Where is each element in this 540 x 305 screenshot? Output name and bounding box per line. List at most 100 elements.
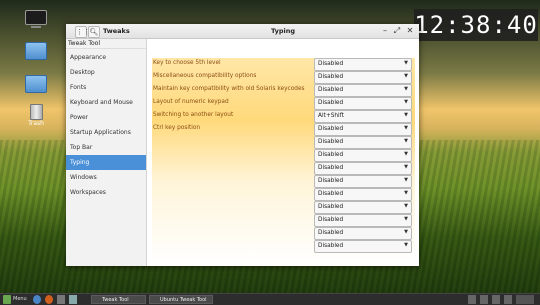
firefox-icon[interactable] — [45, 295, 53, 304]
setting-dropdown[interactable]: Disabled ▼ — [314, 136, 412, 149]
setting-dropdown[interactable]: Disabled ▼ — [314, 84, 412, 97]
chevron-down-icon: ▼ — [404, 73, 408, 79]
chevron-down-icon: ▼ — [404, 190, 408, 196]
setting-dropdown[interactable]: Disabled ▼ — [314, 149, 412, 162]
app-menu-button[interactable]: ⋮⋮ — [75, 26, 90, 38]
sidebar-item-power[interactable]: Power — [66, 110, 146, 125]
setting-dropdown[interactable]: Disabled ▼ — [314, 123, 412, 136]
tray-clock[interactable] — [516, 295, 534, 304]
desktop-icon-computer[interactable] — [22, 8, 50, 28]
setting-row: Disabled ▼ — [152, 201, 415, 214]
sidebar-header: Tweak Tool — [66, 39, 146, 49]
browser-icon[interactable] — [33, 295, 41, 304]
minimize-button[interactable]: – — [380, 26, 390, 36]
chevron-down-icon: ▼ — [404, 229, 408, 235]
chevron-down-icon: ▼ — [404, 203, 408, 209]
setting-dropdown[interactable]: Disabled ▼ — [314, 240, 412, 253]
sidebar-item-appearance[interactable]: Appearance — [66, 50, 146, 65]
desktop-icon-trash[interactable]: Trash — [22, 104, 50, 127]
setting-dropdown[interactable]: Disabled ▼ — [314, 71, 412, 84]
setting-dropdown[interactable]: Disabled ▼ — [314, 214, 412, 227]
sidebar-item-fonts[interactable]: Fonts — [66, 80, 146, 95]
menu-logo-icon — [3, 295, 11, 304]
sidebar: Tweak Tool Appearance Desktop Fonts Keyb… — [66, 39, 147, 266]
network-icon[interactable] — [468, 295, 476, 304]
setting-label: Key to choose 5th level — [153, 60, 221, 66]
setting-row: Disabled ▼ — [152, 149, 415, 162]
taskbar: Menu Tweak Tool Ubuntu Tweak Tool — [0, 293, 540, 305]
dropdown-value: Disabled — [318, 191, 344, 197]
dropdown-value: Disabled — [318, 74, 344, 80]
maximize-button[interactable]: ⤢ — [392, 26, 402, 36]
setting-row: Disabled ▼ — [152, 162, 415, 175]
setting-row: Key to choose 5th level Disabled ▼ — [152, 58, 415, 71]
setting-row: Disabled ▼ — [152, 175, 415, 188]
sidebar-item-workspaces[interactable]: Workspaces — [66, 185, 146, 200]
dropdown-value: Disabled — [318, 230, 344, 236]
files-icon[interactable] — [69, 295, 77, 304]
desktop-icon-folder-2[interactable] — [22, 75, 50, 93]
setting-dropdown[interactable]: Disabled ▼ — [314, 58, 412, 71]
window-titlebar[interactable]: ⋮⋮ 🔍︎ Tweaks Typing – ⤢ ✕ — [66, 24, 419, 39]
folder-icon — [25, 42, 47, 60]
computer-icon — [25, 10, 47, 25]
setting-row: Layout of numeric keypad Disabled ▼ — [152, 97, 415, 110]
setting-row: Disabled ▼ — [152, 136, 415, 149]
task-tweak-tool[interactable]: Tweak Tool — [91, 295, 146, 304]
setting-dropdown[interactable]: Disabled ▼ — [314, 201, 412, 214]
sidebar-item-keyboard-mouse[interactable]: Keyboard and Mouse — [66, 95, 146, 110]
setting-row: Disabled ▼ — [152, 240, 415, 253]
chevron-down-icon: ▼ — [404, 125, 408, 131]
maximize-icon: ⤢ — [393, 26, 401, 35]
dropdown-value: Disabled — [318, 204, 344, 210]
setting-dropdown[interactable]: Disabled ▼ — [314, 227, 412, 240]
sidebar-item-typing[interactable]: Typing — [66, 155, 146, 170]
setting-row: Disabled ▼ — [152, 227, 415, 240]
dropdown-value: Disabled — [318, 217, 344, 223]
trash-icon — [29, 104, 43, 120]
desktop-clock: 12:38:40 — [414, 9, 538, 41]
sidebar-item-desktop[interactable]: Desktop — [66, 65, 146, 80]
chevron-down-icon: ▼ — [404, 60, 408, 66]
sidebar-item-startup-applications[interactable]: Startup Applications — [66, 125, 146, 140]
close-icon: ✕ — [406, 26, 414, 35]
chevron-down-icon: ▼ — [404, 86, 408, 92]
sidebar-item-windows[interactable]: Windows — [66, 170, 146, 185]
terminal-icon[interactable] — [57, 295, 65, 304]
task-ubuntu-tweak-tool[interactable]: Ubuntu Tweak Tool — [149, 295, 213, 304]
setting-label: Miscellaneous compatibility options — [153, 73, 257, 79]
dropdown-value: Disabled — [318, 139, 344, 145]
notification-icon[interactable] — [504, 295, 512, 304]
dropdown-value: Disabled — [318, 243, 344, 249]
close-button[interactable]: ✕ — [405, 26, 415, 36]
search-icon: 🔍︎ — [89, 28, 99, 36]
setting-dropdown[interactable]: Disabled ▼ — [314, 162, 412, 175]
chevron-down-icon: ▼ — [404, 138, 408, 144]
chevron-down-icon: ▼ — [404, 151, 408, 157]
battery-icon[interactable] — [492, 295, 500, 304]
settings-panel: Key to choose 5th level Disabled ▼ Miscel… — [152, 58, 415, 264]
setting-dropdown[interactable]: Disabled ▼ — [314, 175, 412, 188]
setting-dropdown[interactable]: Disabled ▼ — [314, 97, 412, 110]
volume-icon[interactable] — [480, 295, 488, 304]
chevron-down-icon: ▼ — [404, 99, 408, 105]
dropdown-value: Disabled — [318, 152, 344, 158]
dropdown-value: Alt+Shift — [318, 113, 344, 119]
dropdown-value: Disabled — [318, 87, 344, 93]
setting-row: Disabled ▼ — [152, 214, 415, 227]
dropdown-value: Disabled — [318, 165, 344, 171]
setting-row: Disabled ▼ — [152, 188, 415, 201]
desktop-icon-folder-1[interactable] — [22, 42, 50, 60]
setting-row: Switching to another layout Alt+Shift ▼ — [152, 110, 415, 123]
search-button[interactable]: 🔍︎ — [88, 26, 100, 38]
menu-button[interactable]: Menu — [13, 295, 27, 304]
minimize-icon: – — [383, 26, 387, 35]
sidebar-item-top-bar[interactable]: Top Bar — [66, 140, 146, 155]
setting-dropdown[interactable]: Disabled ▼ — [314, 188, 412, 201]
setting-row: Ctrl key position Disabled ▼ — [152, 123, 415, 136]
chevron-down-icon: ▼ — [404, 164, 408, 170]
setting-label: Layout of numeric keypad — [153, 99, 229, 105]
setting-dropdown[interactable]: Alt+Shift ▼ — [314, 110, 412, 123]
dropdown-value: Disabled — [318, 100, 344, 106]
page-title: Typing — [271, 27, 296, 35]
